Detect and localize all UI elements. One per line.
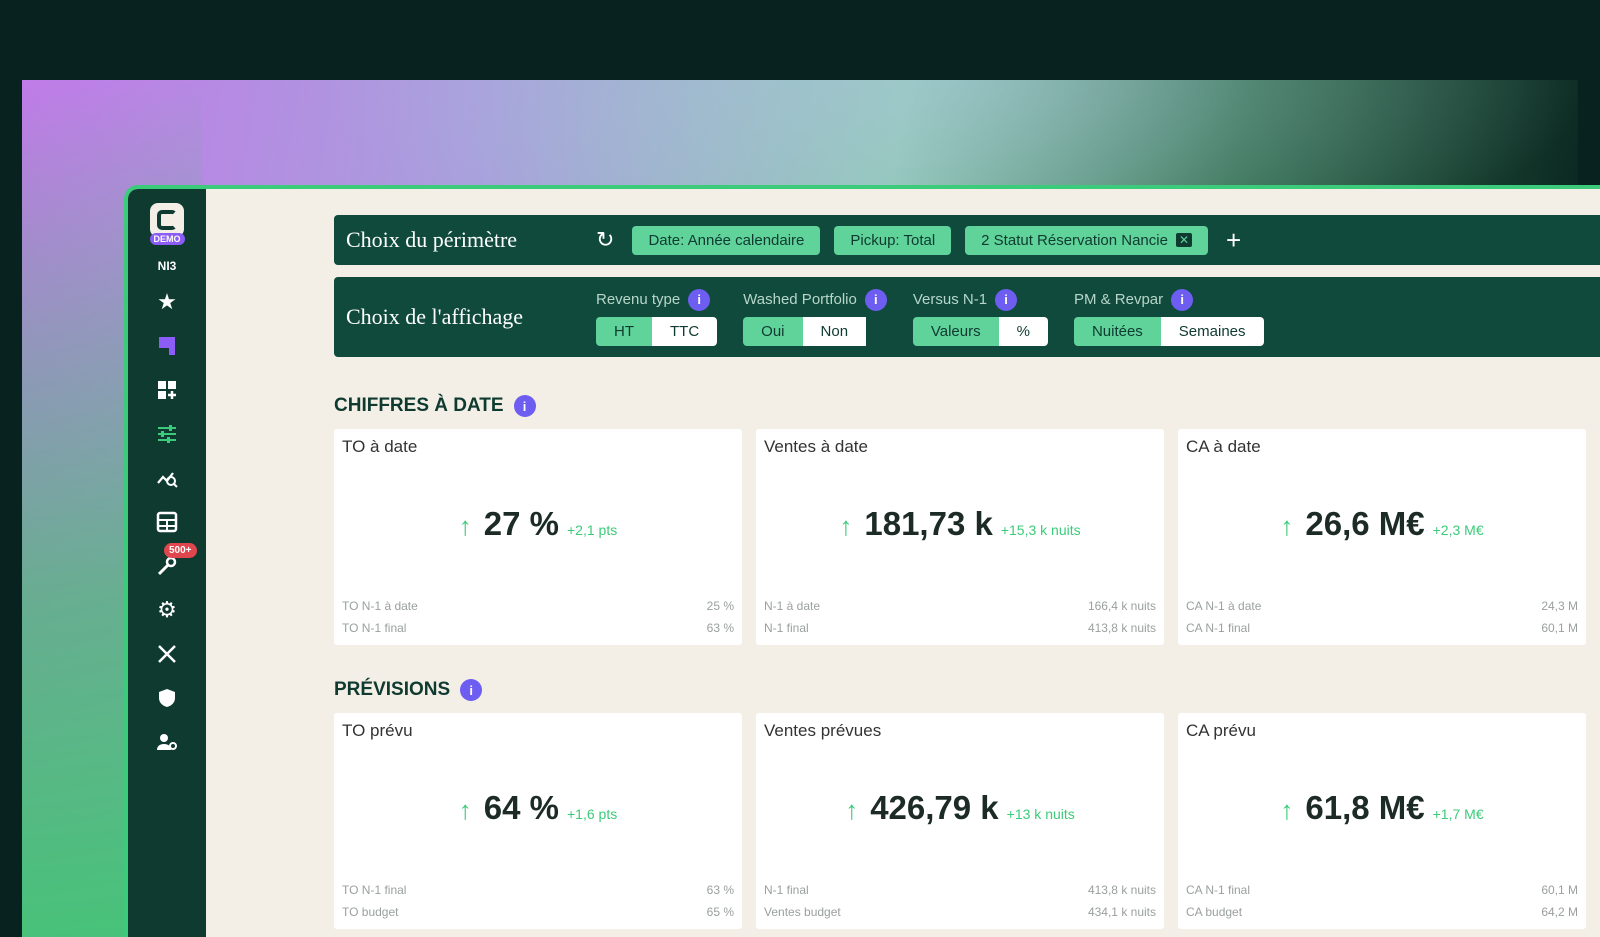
table-icon[interactable] [152, 507, 182, 537]
kpi-card[interactable]: TO à date ↑ 27 % +2,1 pts TO N-1 à date 25 … [334, 429, 742, 645]
kpi-value: 27 % [483, 505, 559, 542]
settings-icon[interactable]: ⚙ [152, 595, 182, 625]
toggle-ttc[interactable]: TTC [652, 316, 718, 346]
star-icon[interactable]: ★ [152, 287, 182, 317]
filters-icon[interactable] [152, 419, 182, 449]
refresh-icon[interactable]: ↻ [596, 227, 614, 253]
card-title: TO prévu [342, 721, 413, 740]
toggle-semaines[interactable]: Semaines [1160, 316, 1264, 346]
kpi-card[interactable]: CA prévu ↑ 61,8 M€ +1,7 M€ CA N-1 final 60,… [1178, 713, 1586, 929]
arrow-up-icon: ↑ [845, 795, 859, 825]
info-icon[interactable]: i [513, 395, 536, 417]
option-revenu-type: Revenu type i HT TTC [596, 288, 718, 346]
kpi-delta: +2,3 M€ [1432, 522, 1484, 538]
info-icon[interactable]: i [460, 679, 483, 701]
kpi-delta: +13 k nuits [1006, 806, 1075, 822]
arrow-up-icon: ↑ [1280, 795, 1294, 825]
toggle-non[interactable]: Non [802, 316, 867, 346]
user-settings-icon[interactable] [152, 727, 182, 757]
toggle-oui[interactable]: Oui [743, 316, 803, 346]
affichage-title: Choix de l'affichage [346, 304, 524, 329]
section-chiffres-title: CHIFFRES À DATE i [334, 395, 1600, 417]
info-icon[interactable]: i [864, 288, 887, 311]
arrow-up-icon: ↑ [1280, 511, 1294, 541]
clear-chip-icon[interactable]: ✕ [1175, 233, 1193, 247]
app-logo[interactable] [150, 203, 184, 237]
option-versus-n1: Versus N-1 i Valeurs% [912, 288, 1048, 346]
security-icon[interactable] [152, 683, 182, 713]
wrench-icon[interactable] [152, 639, 182, 669]
card-title: CA prévu [1186, 721, 1256, 740]
kpi-value: 61,8 M€ [1305, 789, 1425, 826]
filter-chip-pickup[interactable]: Pickup: Total [834, 225, 952, 255]
sidebar: DEMO NI3 ★ 500+ ⚙ [128, 189, 206, 937]
previsions-cards: TO prévu ↑ 64 % +1,6 pts TO N-1 final 63 % … [334, 713, 1600, 929]
option-pm-revpar: PM & Revpar i Nuitées Semaines [1073, 288, 1264, 346]
kpi-card[interactable]: TO prévu ↑ 64 % +1,6 pts TO N-1 final 63 % … [334, 713, 742, 929]
toggle-ht[interactable]: HT [596, 316, 652, 346]
card-title: Ventes prévues [764, 721, 882, 740]
arrow-up-icon: ↑ [458, 795, 472, 825]
section-previsions-title: PRÉVISIONS i [334, 679, 1600, 701]
kpi-card[interactable]: Ventes à date ↑ 181,73 k +15,3 k nuits N-1… [756, 429, 1164, 645]
kpi-delta: +1,6 pts [567, 806, 618, 822]
card-title: Ventes à date [764, 437, 868, 456]
kpi-value: 64 % [483, 789, 559, 826]
app-window: DEMO NI3 ★ 500+ ⚙ Choix du périmètre ↻ D… [124, 185, 1600, 937]
arrow-up-icon: ↑ [458, 511, 472, 541]
filter-chip-statut[interactable]: 2 Statut Réservation Nancie ✕ [965, 225, 1209, 255]
main-content: Choix du périmètre ↻ Date: Année calenda… [334, 215, 1600, 929]
card-title: TO à date [342, 437, 418, 456]
perimetre-title: Choix du périmètre [346, 227, 518, 252]
kpi-card[interactable]: CA à date ↑ 26,6 M€ +2,3 M€ CA N-1 à date 2… [1178, 429, 1586, 645]
dashboard-icon[interactable] [152, 375, 182, 405]
kpi-value: 181,73 k [864, 505, 993, 542]
affichage-bar: Choix de l'affichage Revenu type i HT TTC … [334, 277, 1600, 357]
kpi-value: 426,79 k [870, 789, 999, 826]
info-icon[interactable]: i [688, 288, 711, 311]
tools-icon[interactable]: 500+ [152, 543, 197, 581]
analytics-icon[interactable] [152, 463, 182, 493]
kpi-delta: +15,3 k nuits [1000, 522, 1081, 538]
info-icon[interactable]: i [995, 288, 1018, 311]
chiffres-cards: TO à date ↑ 27 % +2,1 pts TO N-1 à date 25 … [334, 429, 1600, 645]
add-filter-icon[interactable]: + [1226, 225, 1241, 256]
arrow-up-icon: ↑ [839, 511, 853, 541]
kpi-value: 26,6 M€ [1305, 505, 1425, 542]
kpi-delta: +1,7 M€ [1432, 806, 1484, 822]
toggle-valeurs[interactable]: Valeurs [912, 316, 999, 346]
kpi-card[interactable]: Ventes prévues ↑ 426,79 k +13 k nuits N-1 … [756, 713, 1164, 929]
kpi-delta: +2,1 pts [567, 522, 618, 538]
demo-badge: DEMO [149, 233, 185, 245]
notification-badge: 500+ [164, 543, 197, 558]
filter-chip-date[interactable]: Date: Année calendaire [632, 225, 821, 255]
info-icon[interactable]: i [1171, 288, 1194, 311]
toggle-percent[interactable]: % [998, 316, 1048, 346]
card-title: CA à date [1186, 437, 1261, 456]
option-washed-portfolio: Washed Portfolio i Oui Non [743, 288, 887, 346]
toggle-nuitees[interactable]: Nuitées [1073, 316, 1161, 346]
bookmark-icon[interactable] [152, 331, 182, 361]
perimetre-bar: Choix du périmètre ↻ Date: Année calenda… [334, 215, 1600, 265]
user-label[interactable]: NI3 [158, 259, 177, 273]
